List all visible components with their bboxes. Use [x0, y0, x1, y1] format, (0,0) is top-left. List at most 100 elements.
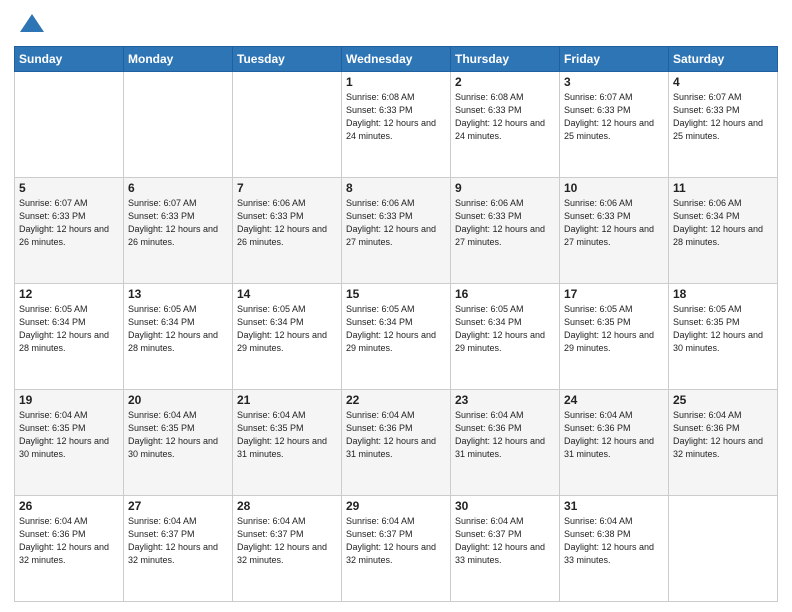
day-info: Sunrise: 6:07 AM Sunset: 6:33 PM Dayligh…	[673, 91, 773, 143]
day-info: Sunrise: 6:05 AM Sunset: 6:34 PM Dayligh…	[237, 303, 337, 355]
day-info: Sunrise: 6:06 AM Sunset: 6:34 PM Dayligh…	[673, 197, 773, 249]
week-row-1: 1 Sunrise: 6:08 AM Sunset: 6:33 PM Daylig…	[15, 72, 778, 178]
day-number: 1	[346, 75, 446, 89]
calendar-cell: 9 Sunrise: 6:06 AM Sunset: 6:33 PM Daylig…	[451, 178, 560, 284]
calendar-cell: 14 Sunrise: 6:05 AM Sunset: 6:34 PM Dayli…	[233, 284, 342, 390]
day-number: 21	[237, 393, 337, 407]
calendar-cell: 12 Sunrise: 6:05 AM Sunset: 6:34 PM Dayli…	[15, 284, 124, 390]
day-info: Sunrise: 6:05 AM Sunset: 6:34 PM Dayligh…	[19, 303, 119, 355]
day-number: 16	[455, 287, 555, 301]
day-number: 29	[346, 499, 446, 513]
day-info: Sunrise: 6:04 AM Sunset: 6:35 PM Dayligh…	[19, 409, 119, 461]
calendar-cell	[124, 72, 233, 178]
weekday-header-monday: Monday	[124, 47, 233, 72]
logo	[14, 10, 46, 38]
calendar-cell: 17 Sunrise: 6:05 AM Sunset: 6:35 PM Dayli…	[560, 284, 669, 390]
day-number: 2	[455, 75, 555, 89]
calendar-cell: 26Sunrise: 6:04 AM Sunset: 6:36 PM Dayli…	[15, 496, 124, 602]
week-row-3: 12 Sunrise: 6:05 AM Sunset: 6:34 PM Dayli…	[15, 284, 778, 390]
day-number: 15	[346, 287, 446, 301]
day-number: 5	[19, 181, 119, 195]
day-number: 12	[19, 287, 119, 301]
day-number: 9	[455, 181, 555, 195]
day-info: Sunrise: 6:04 AM Sunset: 6:37 PM Dayligh…	[455, 515, 555, 567]
day-info: Sunrise: 6:04 AM Sunset: 6:37 PM Dayligh…	[237, 515, 337, 567]
day-number: 27	[128, 499, 228, 513]
calendar-cell	[233, 72, 342, 178]
weekday-header-friday: Friday	[560, 47, 669, 72]
calendar-cell: 6Sunrise: 6:07 AM Sunset: 6:33 PM Daylig…	[124, 178, 233, 284]
calendar-cell: 27 Sunrise: 6:04 AM Sunset: 6:37 PM Dayli…	[124, 496, 233, 602]
day-info: Sunrise: 6:05 AM Sunset: 6:34 PM Dayligh…	[346, 303, 446, 355]
day-info: Sunrise: 6:08 AM Sunset: 6:33 PM Dayligh…	[346, 91, 446, 143]
calendar-cell: 16Sunrise: 6:05 AM Sunset: 6:34 PM Dayli…	[451, 284, 560, 390]
day-info: Sunrise: 6:04 AM Sunset: 6:36 PM Dayligh…	[455, 409, 555, 461]
day-info: Sunrise: 6:04 AM Sunset: 6:37 PM Dayligh…	[128, 515, 228, 567]
calendar-cell: 29 Sunrise: 6:04 AM Sunset: 6:37 PM Dayli…	[342, 496, 451, 602]
header	[14, 10, 778, 38]
day-info: Sunrise: 6:07 AM Sunset: 6:33 PM Dayligh…	[564, 91, 664, 143]
day-info: Sunrise: 6:07 AM Sunset: 6:33 PM Dayligh…	[128, 197, 228, 249]
day-info: Sunrise: 6:06 AM Sunset: 6:33 PM Dayligh…	[237, 197, 337, 249]
calendar-cell: 30 Sunrise: 6:04 AM Sunset: 6:37 PM Dayli…	[451, 496, 560, 602]
day-info: Sunrise: 6:07 AM Sunset: 6:33 PM Dayligh…	[19, 197, 119, 249]
day-number: 3	[564, 75, 664, 89]
calendar-cell: 20 Sunrise: 6:04 AM Sunset: 6:35 PM Dayli…	[124, 390, 233, 496]
calendar-cell: 31Sunrise: 6:04 AM Sunset: 6:38 PM Dayli…	[560, 496, 669, 602]
week-row-4: 19 Sunrise: 6:04 AM Sunset: 6:35 PM Dayli…	[15, 390, 778, 496]
weekday-header-sunday: Sunday	[15, 47, 124, 72]
calendar-cell: 15 Sunrise: 6:05 AM Sunset: 6:34 PM Dayli…	[342, 284, 451, 390]
day-number: 7	[237, 181, 337, 195]
calendar-cell: 5 Sunrise: 6:07 AM Sunset: 6:33 PM Daylig…	[15, 178, 124, 284]
calendar-cell: 4 Sunrise: 6:07 AM Sunset: 6:33 PM Daylig…	[669, 72, 778, 178]
calendar-cell: 8 Sunrise: 6:06 AM Sunset: 6:33 PM Daylig…	[342, 178, 451, 284]
weekday-header-row: SundayMondayTuesdayWednesdayThursdayFrid…	[15, 47, 778, 72]
day-number: 23	[455, 393, 555, 407]
day-info: Sunrise: 6:05 AM Sunset: 6:35 PM Dayligh…	[673, 303, 773, 355]
day-info: Sunrise: 6:06 AM Sunset: 6:33 PM Dayligh…	[564, 197, 664, 249]
calendar-cell: 28Sunrise: 6:04 AM Sunset: 6:37 PM Dayli…	[233, 496, 342, 602]
day-info: Sunrise: 6:04 AM Sunset: 6:35 PM Dayligh…	[128, 409, 228, 461]
day-info: Sunrise: 6:05 AM Sunset: 6:34 PM Dayligh…	[128, 303, 228, 355]
calendar-cell: 25 Sunrise: 6:04 AM Sunset: 6:36 PM Dayli…	[669, 390, 778, 496]
day-info: Sunrise: 6:04 AM Sunset: 6:37 PM Dayligh…	[346, 515, 446, 567]
calendar-cell: 1 Sunrise: 6:08 AM Sunset: 6:33 PM Daylig…	[342, 72, 451, 178]
calendar-cell: 21 Sunrise: 6:04 AM Sunset: 6:35 PM Dayli…	[233, 390, 342, 496]
weekday-header-wednesday: Wednesday	[342, 47, 451, 72]
day-number: 10	[564, 181, 664, 195]
page: SundayMondayTuesdayWednesdayThursdayFrid…	[0, 0, 792, 612]
calendar-cell: 18Sunrise: 6:05 AM Sunset: 6:35 PM Dayli…	[669, 284, 778, 390]
calendar-cell: 19 Sunrise: 6:04 AM Sunset: 6:35 PM Dayli…	[15, 390, 124, 496]
day-number: 19	[19, 393, 119, 407]
weekday-header-tuesday: Tuesday	[233, 47, 342, 72]
day-info: Sunrise: 6:05 AM Sunset: 6:35 PM Dayligh…	[564, 303, 664, 355]
calendar-cell: 11 Sunrise: 6:06 AM Sunset: 6:34 PM Dayli…	[669, 178, 778, 284]
day-number: 14	[237, 287, 337, 301]
calendar-cell: 22Sunrise: 6:04 AM Sunset: 6:36 PM Dayli…	[342, 390, 451, 496]
day-number: 30	[455, 499, 555, 513]
weekday-header-thursday: Thursday	[451, 47, 560, 72]
day-number: 26	[19, 499, 119, 513]
day-info: Sunrise: 6:04 AM Sunset: 6:38 PM Dayligh…	[564, 515, 664, 567]
day-number: 11	[673, 181, 773, 195]
calendar-cell: 7 Sunrise: 6:06 AM Sunset: 6:33 PM Daylig…	[233, 178, 342, 284]
day-info: Sunrise: 6:04 AM Sunset: 6:36 PM Dayligh…	[564, 409, 664, 461]
calendar-cell: 3 Sunrise: 6:07 AM Sunset: 6:33 PM Daylig…	[560, 72, 669, 178]
day-number: 25	[673, 393, 773, 407]
day-info: Sunrise: 6:06 AM Sunset: 6:33 PM Dayligh…	[346, 197, 446, 249]
day-info: Sunrise: 6:04 AM Sunset: 6:35 PM Dayligh…	[237, 409, 337, 461]
calendar-cell	[15, 72, 124, 178]
day-number: 17	[564, 287, 664, 301]
calendar-cell	[669, 496, 778, 602]
day-info: Sunrise: 6:06 AM Sunset: 6:33 PM Dayligh…	[455, 197, 555, 249]
day-number: 8	[346, 181, 446, 195]
logo-icon	[18, 10, 46, 38]
calendar-cell: 2 Sunrise: 6:08 AM Sunset: 6:33 PM Daylig…	[451, 72, 560, 178]
week-row-5: 26Sunrise: 6:04 AM Sunset: 6:36 PM Dayli…	[15, 496, 778, 602]
day-number: 4	[673, 75, 773, 89]
day-info: Sunrise: 6:08 AM Sunset: 6:33 PM Dayligh…	[455, 91, 555, 143]
day-number: 20	[128, 393, 228, 407]
day-info: Sunrise: 6:04 AM Sunset: 6:36 PM Dayligh…	[673, 409, 773, 461]
day-info: Sunrise: 6:04 AM Sunset: 6:36 PM Dayligh…	[346, 409, 446, 461]
day-number: 24	[564, 393, 664, 407]
